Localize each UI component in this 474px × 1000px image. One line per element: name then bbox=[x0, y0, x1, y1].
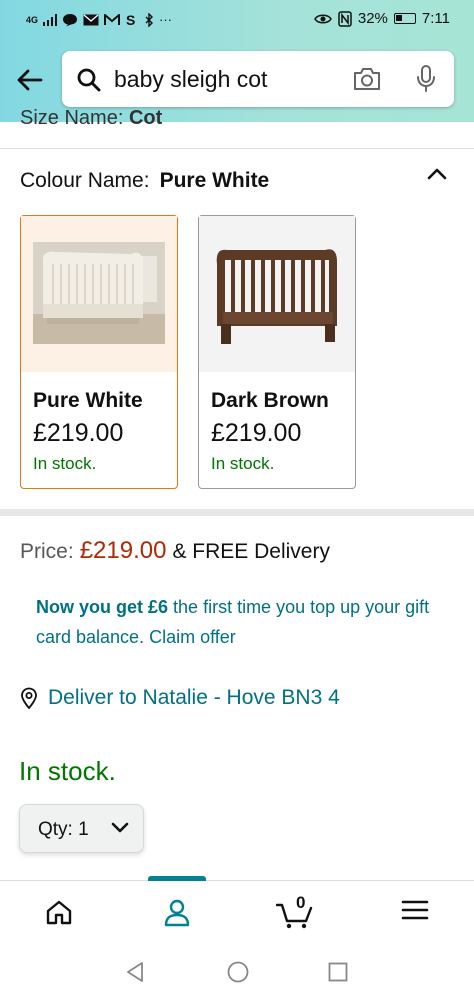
size-name-row: Size Name: Cot bbox=[20, 107, 162, 130]
colour-option-price: £219.00 bbox=[211, 419, 302, 447]
mail-icon bbox=[83, 14, 99, 25]
back-triangle-icon[interactable] bbox=[124, 960, 146, 984]
price-value: £219.00 bbox=[79, 537, 167, 564]
colour-option-price: £219.00 bbox=[33, 419, 124, 447]
price-row: Price: £219.00 & FREE Delivery bbox=[20, 537, 330, 565]
colour-option-name: Dark Brown bbox=[211, 389, 329, 412]
search-icon[interactable] bbox=[76, 67, 102, 93]
search-input[interactable]: baby sleigh cot bbox=[114, 66, 267, 93]
divider bbox=[0, 148, 474, 149]
size-name-value: Cot bbox=[128, 107, 163, 129]
location-pin-icon bbox=[21, 687, 37, 709]
menu-icon bbox=[401, 900, 429, 920]
battery-percent: 32% bbox=[357, 10, 388, 27]
clock: 7:11 bbox=[421, 10, 450, 27]
search-bar[interactable]: baby sleigh cot bbox=[62, 51, 454, 107]
deliver-to-text: Deliver to Natalie - Hove BN3 4 bbox=[48, 686, 340, 709]
section-divider bbox=[0, 509, 474, 516]
recents-square-icon[interactable] bbox=[327, 960, 349, 984]
nav-cart[interactable]: 0 bbox=[236, 881, 354, 945]
gift-card-offer[interactable]: Now you get £6 the first time you top up… bbox=[36, 592, 436, 652]
cart-icon bbox=[276, 903, 313, 929]
chat-icon bbox=[63, 13, 78, 26]
signal-icon bbox=[43, 13, 58, 26]
gmail-icon bbox=[104, 13, 121, 25]
nav-menu[interactable] bbox=[356, 881, 474, 945]
home-circle-icon[interactable] bbox=[226, 960, 250, 984]
system-nav-bar bbox=[0, 944, 474, 1000]
chevron-up-icon[interactable] bbox=[426, 166, 448, 182]
eye-icon bbox=[313, 14, 332, 23]
svg-text:S: S bbox=[126, 13, 135, 27]
delivery-text: & FREE Delivery bbox=[172, 540, 330, 563]
quantity-label: Qty: 1 bbox=[38, 819, 89, 840]
bluetooth-icon bbox=[145, 12, 154, 27]
nfc-icon bbox=[338, 10, 352, 27]
colour-option-pure-white[interactable]: Pure White £219.00 In stock. bbox=[20, 215, 178, 489]
colour-option-dark-brown[interactable]: Dark Brown £219.00 In stock. bbox=[198, 215, 356, 489]
quantity-dropdown[interactable]: Qty: 1 bbox=[19, 804, 144, 853]
cart-count: 0 bbox=[296, 893, 306, 912]
chevron-down-icon bbox=[111, 822, 129, 833]
product-image-dark-brown bbox=[199, 216, 355, 372]
header-bar: 4G S ··· 32% 7:11 baby sleigh cot bbox=[0, 0, 474, 122]
skype-icon: S bbox=[126, 13, 135, 27]
colour-name-label: Colour Name: bbox=[20, 169, 150, 192]
network-type: 4G bbox=[26, 14, 39, 25]
colour-name-row: Colour Name: Pure White bbox=[20, 169, 269, 193]
availability-status: In stock. bbox=[19, 756, 116, 786]
product-image-pure-white bbox=[21, 216, 177, 372]
colour-name-value: Pure White bbox=[159, 169, 270, 192]
size-name-label: Size Name: bbox=[20, 107, 124, 129]
deliver-to-link[interactable]: Deliver to Natalie - Hove BN3 4 bbox=[20, 686, 340, 710]
colour-option-name: Pure White bbox=[33, 389, 143, 412]
battery-icon bbox=[393, 13, 416, 24]
bottom-nav: 0 bbox=[0, 876, 474, 945]
price-label: Price: bbox=[20, 540, 74, 563]
camera-icon[interactable] bbox=[352, 66, 382, 92]
back-arrow-icon[interactable] bbox=[14, 64, 46, 96]
colour-option-stock: In stock. bbox=[211, 454, 275, 473]
offer-bold: Now you get £6 bbox=[36, 597, 169, 617]
status-bar: 4G S ··· 32% 7:11 bbox=[0, 0, 474, 40]
microphone-icon[interactable] bbox=[414, 64, 438, 94]
nav-account[interactable] bbox=[118, 876, 236, 945]
nav-home[interactable] bbox=[0, 881, 118, 945]
more-icon: ··· bbox=[159, 12, 173, 27]
colour-option-stock: In stock. bbox=[33, 454, 97, 473]
home-icon bbox=[46, 900, 72, 925]
account-icon bbox=[164, 899, 190, 927]
